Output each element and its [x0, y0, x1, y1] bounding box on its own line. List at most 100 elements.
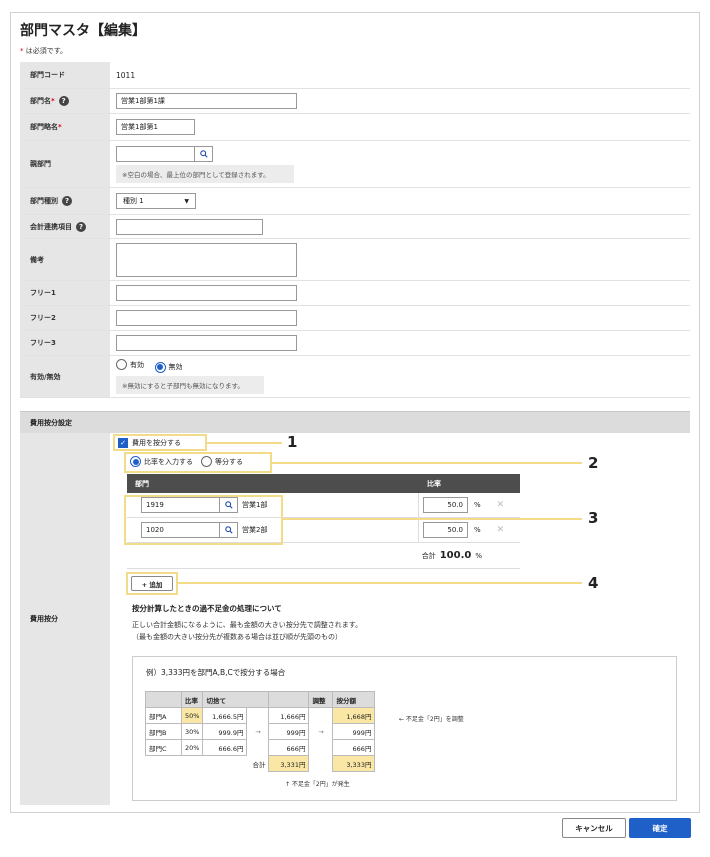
- checkmark-icon: ✓: [118, 438, 128, 448]
- ex-dept: 部門C: [145, 739, 182, 756]
- note-text: 正しい合計金額になるように、最も金額の大きい按分先で調整されます。 （最も金額の…: [132, 619, 362, 643]
- row-accounting: 会計連携項目?: [20, 215, 690, 239]
- ex-raw: 1,666.5円: [202, 707, 248, 724]
- short-name-input[interactable]: [116, 119, 195, 135]
- allocate-checkbox-label: 費用を按分する: [132, 439, 181, 447]
- radio-invalid-label: 無効: [168, 363, 183, 372]
- callout-number-4: 4: [588, 574, 599, 592]
- label-type-wrap: 部門種別?: [20, 188, 110, 214]
- free3-input[interactable]: [116, 335, 297, 351]
- required-mark: *: [58, 123, 62, 131]
- name-input[interactable]: [116, 93, 297, 109]
- label-allocation: 費用按分: [20, 433, 110, 805]
- ex-raw: 999.9円: [202, 723, 248, 740]
- required-note: * は必須です。: [20, 46, 67, 56]
- label-short-name-wrap: 部門略名 *: [20, 114, 110, 140]
- note-line-2: （最も金額の大きい按分先が複数ある場合は並び順が先頭のもの）: [132, 633, 342, 641]
- row-short-name: 部門略名 *: [20, 114, 690, 141]
- example-box: 例）3,333円を部門A,B,Cで按分する場合 比率 切捨て 調整 按分額 部門…: [132, 656, 677, 801]
- caret-down-icon: ▼: [184, 197, 189, 205]
- label-parent: 親部門: [20, 141, 110, 187]
- value-code: 1011: [116, 70, 136, 80]
- table-row: 部門B 30% 999.9円 → 999円 → 999円: [145, 723, 376, 740]
- callout-line-1: [207, 442, 282, 444]
- confirm-button[interactable]: 確定: [629, 818, 691, 838]
- adjust-note: ← 不足金「2円」を調整: [399, 716, 464, 723]
- ex-total-trunc: 3,331円: [268, 755, 310, 772]
- ex-dept: 部門B: [145, 723, 182, 740]
- row-free3: フリー3: [20, 331, 690, 356]
- radio-circle-icon: [116, 359, 127, 371]
- radio-valid-label: 有効: [130, 360, 144, 369]
- parent-hint: ※空白の場合、最上位の部門として登録されます。: [116, 164, 294, 183]
- label-accounting-wrap: 会計連携項目?: [20, 215, 110, 238]
- required-note-text: は必須です。: [25, 47, 68, 55]
- total-row: 合計 100.0 %: [127, 543, 520, 569]
- header-rate: 比率: [427, 479, 441, 488]
- free1-input[interactable]: [116, 285, 297, 301]
- rate-unit: %: [474, 526, 481, 534]
- callout-number-2: 2: [588, 454, 599, 472]
- label-name-wrap: 部門名 *?: [20, 89, 110, 113]
- remarks-textarea[interactable]: [116, 242, 297, 277]
- help-icon[interactable]: ?: [58, 96, 69, 106]
- ex-result: 1,668円: [332, 707, 376, 724]
- ex-header-adjust: 調整: [308, 691, 334, 708]
- cancel-button[interactable]: キャンセル: [562, 818, 626, 838]
- help-icon[interactable]: ?: [76, 221, 86, 232]
- accounting-input[interactable]: [116, 218, 263, 235]
- callout-line-3: [283, 518, 582, 520]
- radio-ratio[interactable]: 比率を入力する: [130, 456, 193, 467]
- add-row-button[interactable]: + 追加: [131, 576, 173, 591]
- label-free1: フリー1: [20, 281, 110, 305]
- parent-search-button[interactable]: [195, 145, 213, 162]
- ex-result: 999円: [332, 723, 376, 740]
- header-dept: 部門: [135, 479, 149, 488]
- callout-line-2: [272, 462, 582, 464]
- search-icon: [199, 149, 208, 158]
- allocate-checkbox[interactable]: ✓ 費用を按分する: [118, 438, 181, 448]
- ex-trunc: 999円: [268, 723, 310, 740]
- radio-selected-icon: [130, 456, 141, 467]
- label-free2: フリー2: [20, 306, 110, 330]
- ex-dept: 部門A: [145, 707, 182, 724]
- ex-header-trunc: 切捨て: [202, 691, 270, 708]
- ex-total-label: 合計: [252, 760, 266, 769]
- ex-ratio: 20%: [180, 739, 204, 756]
- label-name: 部門名: [30, 97, 51, 105]
- radio-equal[interactable]: 等分する: [201, 456, 243, 467]
- remove-icon[interactable]: ✕: [497, 500, 505, 510]
- radio-circle-icon: [201, 456, 212, 467]
- radio-valid[interactable]: 有効: [116, 359, 144, 371]
- parent-input[interactable]: [116, 145, 195, 162]
- free2-input[interactable]: [116, 310, 297, 326]
- callout-box-3: [124, 495, 283, 545]
- total-unit: %: [475, 551, 482, 560]
- row-type: 部門種別? 種別 1 ▼: [20, 188, 690, 215]
- ex-ratio: 50%: [180, 707, 204, 724]
- arrow-right-icon: →: [246, 723, 270, 740]
- total-label: 合計: [421, 551, 436, 560]
- rate-input[interactable]: 50.0: [423, 497, 468, 513]
- ex-header-ratio: 比率: [180, 691, 204, 708]
- remove-icon[interactable]: ✕: [497, 525, 505, 535]
- callout-number-3: 3: [588, 509, 599, 527]
- method-radio-group: 比率を入力する 等分する: [130, 456, 251, 467]
- table-row: 部門C 20% 666.6円 666円 666円: [145, 739, 376, 756]
- radio-invalid[interactable]: 無効: [154, 361, 183, 373]
- row-valid: 有効/無効 有効 無効 ※無効にすると子部門も無効になります。: [20, 356, 690, 398]
- ex-header-result: 按分額: [332, 691, 376, 708]
- shortfall-note: ↑ 不足金「2円」が発生: [285, 781, 350, 788]
- type-select[interactable]: 種別 1 ▼: [116, 193, 196, 209]
- rate-input[interactable]: 50.0: [423, 522, 468, 538]
- label-remarks: 備考: [20, 239, 110, 280]
- label-accounting: 会計連携項目: [30, 222, 72, 231]
- row-code: 部門コード 1011: [20, 62, 690, 89]
- label-code: 部門コード: [20, 62, 110, 88]
- note-line-1: 正しい合計金額になるように、最も金額の大きい按分先で調整されます。: [132, 621, 363, 629]
- radio-selected-icon: [154, 361, 166, 373]
- row-remarks: 備考: [20, 239, 690, 281]
- label-type: 部門種別: [30, 197, 58, 205]
- help-icon[interactable]: ?: [62, 196, 72, 206]
- label-valid: 有効/無効: [20, 356, 110, 397]
